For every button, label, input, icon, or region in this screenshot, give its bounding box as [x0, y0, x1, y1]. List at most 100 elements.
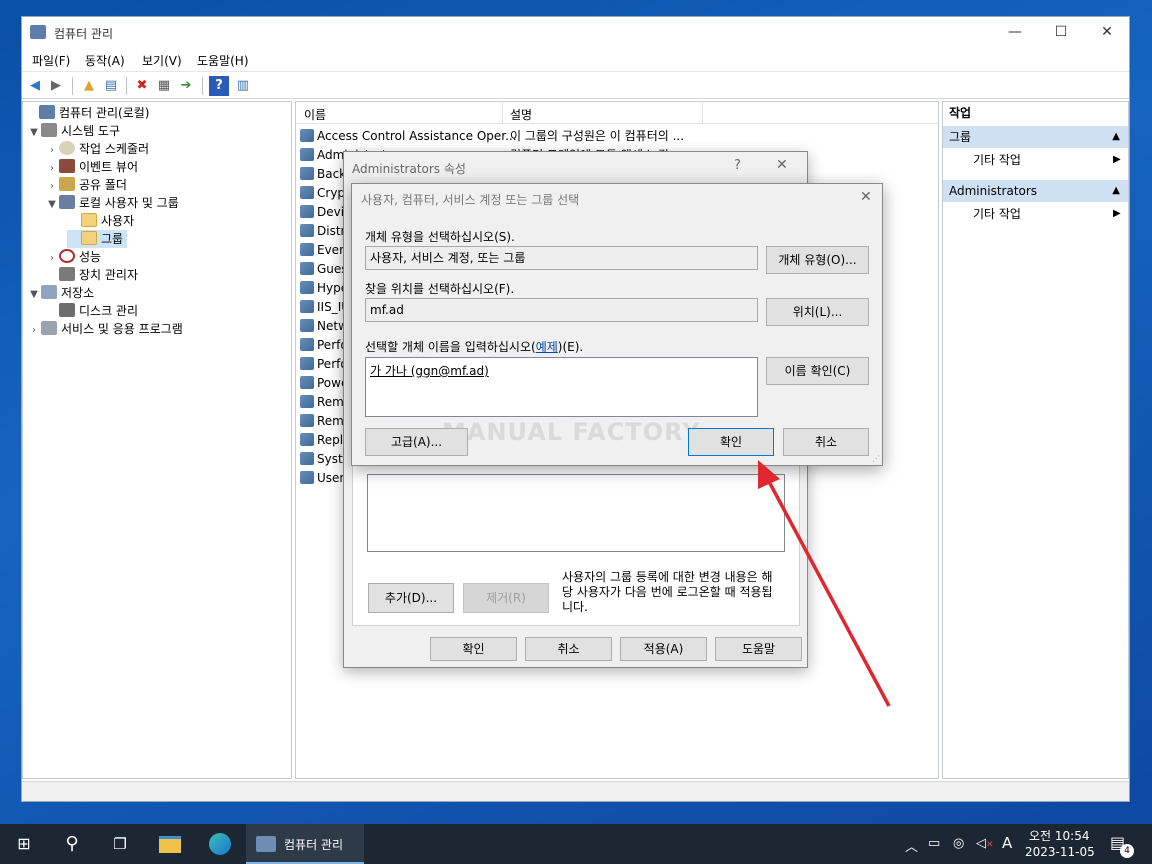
cancel-button[interactable]: 취소 [783, 428, 869, 456]
more-actions-item[interactable]: 기타 작업 ▶ [973, 204, 1123, 224]
tree-groups[interactable]: 그룹 [67, 230, 128, 248]
object-type-field: 사용자, 서비스 계정, 또는 그룹 [365, 246, 758, 270]
members-listbox[interactable] [367, 474, 785, 552]
chevron-up-icon[interactable]: ︿ [905, 836, 918, 855]
help-dialog-button[interactable]: 도움말 [715, 637, 802, 661]
examples-link[interactable]: 예제 [536, 340, 558, 354]
menu-action[interactable]: 동작(A) [85, 52, 125, 69]
file-explorer-icon[interactable] [146, 824, 194, 864]
search-icon[interactable]: ⚲ [48, 824, 96, 864]
delete-icon[interactable]: ✖ [132, 76, 152, 96]
tree-local-users-groups[interactable]: ▼ 로컬 사용자 및 그룹 [45, 194, 179, 212]
group-icon [300, 148, 314, 161]
menu-help[interactable]: 도움말(H) [197, 52, 249, 69]
object-type-label: 개체 유형을 선택하십시오(S). [365, 230, 515, 244]
group-icon [300, 338, 314, 351]
storage-icon [41, 285, 57, 299]
collapse-icon[interactable]: ▲ [1112, 180, 1120, 202]
ok-button[interactable]: 확인 [688, 428, 774, 456]
column-header-name[interactable]: 이름 [304, 106, 326, 123]
chevron-right-icon[interactable]: › [27, 322, 41, 340]
tree-task-scheduler[interactable]: › 작업 스케줄러 [45, 140, 149, 158]
show-hide-tree-icon[interactable]: ▤ [101, 76, 121, 96]
collapse-icon[interactable]: ▲ [1112, 126, 1120, 148]
chevron-down-icon[interactable]: ▼ [27, 286, 41, 304]
tree-label: 사용자 [101, 214, 135, 228]
actions-section-groups[interactable]: 그룹 ▲ [943, 126, 1128, 148]
export-icon[interactable]: ➔ [176, 76, 196, 96]
add-button[interactable]: 추가(D)... [368, 583, 454, 613]
back-icon[interactable]: ◀ [25, 76, 45, 96]
label-text: )(E). [557, 340, 584, 354]
volume-muted-icon[interactable]: ◁✕ [976, 836, 994, 851]
clock-date[interactable]: 2023-11-05 [1025, 845, 1095, 859]
clock-time[interactable]: 오전 10:54 [1029, 827, 1089, 844]
up-folder-icon[interactable]: ▲ [79, 76, 99, 96]
tree-event-viewer[interactable]: › 이벤트 뷰어 [45, 158, 138, 176]
resolved-name[interactable]: 가 가나 (ggn@mf.ad) [370, 364, 489, 378]
tree-label: 작업 스케줄러 [79, 142, 150, 156]
actions-pane: 작업 그룹 ▲ 기타 작업 ▶ Administrators ▲ 기타 작업 ▶ [942, 101, 1129, 779]
close-button[interactable]: ✕ [776, 157, 788, 173]
check-names-button[interactable]: 이름 확인(C) [766, 357, 869, 385]
edge-browser-icon[interactable] [196, 824, 244, 864]
tree-storage[interactable]: ▼ 저장소 [27, 284, 94, 302]
object-types-button[interactable]: 개체 유형(O)... [766, 246, 869, 274]
actions-section-administrators[interactable]: Administrators ▲ [943, 180, 1128, 202]
task-view-icon[interactable]: ❐ [96, 824, 144, 864]
help-button[interactable]: ? [734, 158, 741, 173]
apply-button[interactable]: 적용(A) [620, 637, 707, 661]
advanced-button[interactable]: 고급(A)... [365, 428, 468, 456]
actions-header: 작업 [949, 106, 972, 120]
watermark: MANUAL FACTORY [442, 418, 701, 446]
column-separator[interactable] [702, 102, 703, 124]
start-button[interactable]: ⊞ [0, 824, 48, 864]
resize-grip-icon[interactable]: ⋰ [872, 454, 880, 463]
remove-button[interactable]: 제거(R) [463, 583, 549, 613]
group-icon [300, 319, 314, 332]
column-header-description[interactable]: 설명 [510, 106, 532, 123]
network-icon[interactable]: ◎ [953, 836, 964, 851]
ok-button[interactable]: 확인 [430, 637, 517, 661]
maximize-button[interactable]: ☐ [1038, 17, 1084, 47]
menu-file[interactable]: 파일(F) [32, 52, 70, 69]
object-names-input[interactable]: 가 가나 (ggn@mf.ad) [365, 357, 758, 417]
taskbar-app-label: 컴퓨터 관리 [284, 838, 344, 852]
menu-bar: 파일(F) 동작(A) 보기(V) 도움말(H) [22, 47, 1129, 71]
properties-icon[interactable]: ▦ [154, 76, 174, 96]
chevron-down-icon[interactable]: ▼ [45, 196, 59, 214]
group-icon [300, 243, 314, 256]
tree-label: 성능 [79, 250, 102, 264]
table-row[interactable]: Access Control Assistance Oper... 이 그룹의 구… [300, 127, 684, 146]
tree-users[interactable]: 사용자 [67, 212, 134, 230]
toolbar: ◀ ▶ ▲ ▤ ✖ ▦ ➔ ? ▥ [22, 71, 1129, 99]
menu-view[interactable]: 보기(V) [142, 52, 182, 69]
tree-shared-folders[interactable]: › 공유 폴더 [45, 176, 127, 194]
tree-services-apps[interactable]: › 서비스 및 응용 프로그램 [27, 320, 183, 338]
tree-device-manager[interactable]: 장치 관리자 [45, 266, 138, 284]
cancel-button[interactable]: 취소 [525, 637, 612, 661]
forward-icon[interactable]: ▶ [46, 76, 66, 96]
close-button[interactable]: ✕ [860, 189, 872, 205]
group-icon [300, 395, 314, 408]
toolbar-separator [126, 77, 127, 95]
shared-folder-icon [59, 177, 75, 191]
tree-disk-management[interactable]: 디스크 관리 [45, 302, 138, 320]
help-icon[interactable]: ? [209, 76, 229, 96]
tree-performance[interactable]: › 성능 [45, 248, 101, 266]
column-separator[interactable] [502, 102, 503, 124]
title-bar[interactable]: 컴퓨터 관리 — ☐ ✕ [22, 17, 1129, 47]
tree-root[interactable]: 컴퓨터 관리(로컬) [25, 104, 149, 122]
minimize-button[interactable]: — [992, 17, 1038, 47]
chevron-down-icon[interactable]: ▼ [27, 124, 41, 142]
show-hide-action-pane-icon[interactable]: ▥ [233, 76, 253, 96]
list-header: 이름 설명 [296, 102, 938, 124]
close-button[interactable]: ✕ [1084, 17, 1130, 47]
locations-button[interactable]: 위치(L)... [766, 298, 869, 326]
more-actions-item[interactable]: 기타 작업 ▶ [973, 150, 1123, 170]
taskbar-app-computer-management[interactable]: 컴퓨터 관리 [246, 824, 364, 864]
ime-indicator[interactable]: A [1002, 834, 1012, 852]
tree-system-tools[interactable]: ▼ 시스템 도구 [27, 122, 120, 140]
battery-icon[interactable]: ▭ [928, 836, 940, 851]
computer-management-icon [39, 105, 55, 119]
